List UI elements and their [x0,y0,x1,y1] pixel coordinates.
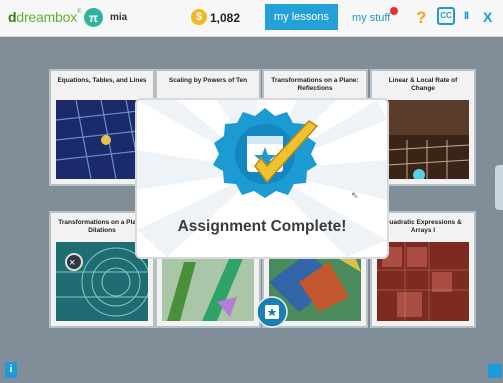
closed-captions-button[interactable]: CC [437,7,455,25]
avatar[interactable]: π [84,8,103,27]
pause-button[interactable]: II [464,10,469,22]
side-panel-tab[interactable] [495,165,503,210]
svg-text:×: × [69,257,75,269]
lesson-title: Linear & Local Rate of Change [388,77,458,92]
tab-my-lessons[interactable]: my lessons [265,4,338,30]
lesson-thumbnail [377,242,469,321]
lesson-title: Equations, Tables, and Lines [57,77,147,84]
coin-icon: $ [191,9,207,25]
top-bar: ddreambox® π mia $ 1,082 my lessons my s… [0,0,503,37]
coin-count: 1,082 [210,11,241,25]
tab-my-stuff[interactable]: my stuff [352,12,390,24]
assignment-complete-text: Assignment Complete! [177,218,347,235]
dreambox-logo[interactable]: ddreambox® [8,9,81,25]
info-button[interactable]: i [5,362,17,378]
lesson-thumbnail [377,100,469,179]
username: mia [110,12,128,23]
lesson-title: Scaling by Powers of Ten [168,77,248,84]
assignment-complete-modal[interactable]: Assignment Complete! [135,98,389,259]
assignment-badge-icon [213,108,319,198]
lesson-title: Transformations on a Plane: Reflections [271,77,359,92]
help-button[interactable]: ? [416,8,426,28]
assignment-badge-icon[interactable] [256,296,288,328]
mail-icon[interactable] [488,364,502,378]
mouse-cursor-icon: ⇖ [351,190,359,200]
lesson-title: Quadratic Expressions & Arrays I [384,219,462,234]
notification-dot-icon [390,7,398,15]
close-button[interactable]: X [483,9,492,25]
